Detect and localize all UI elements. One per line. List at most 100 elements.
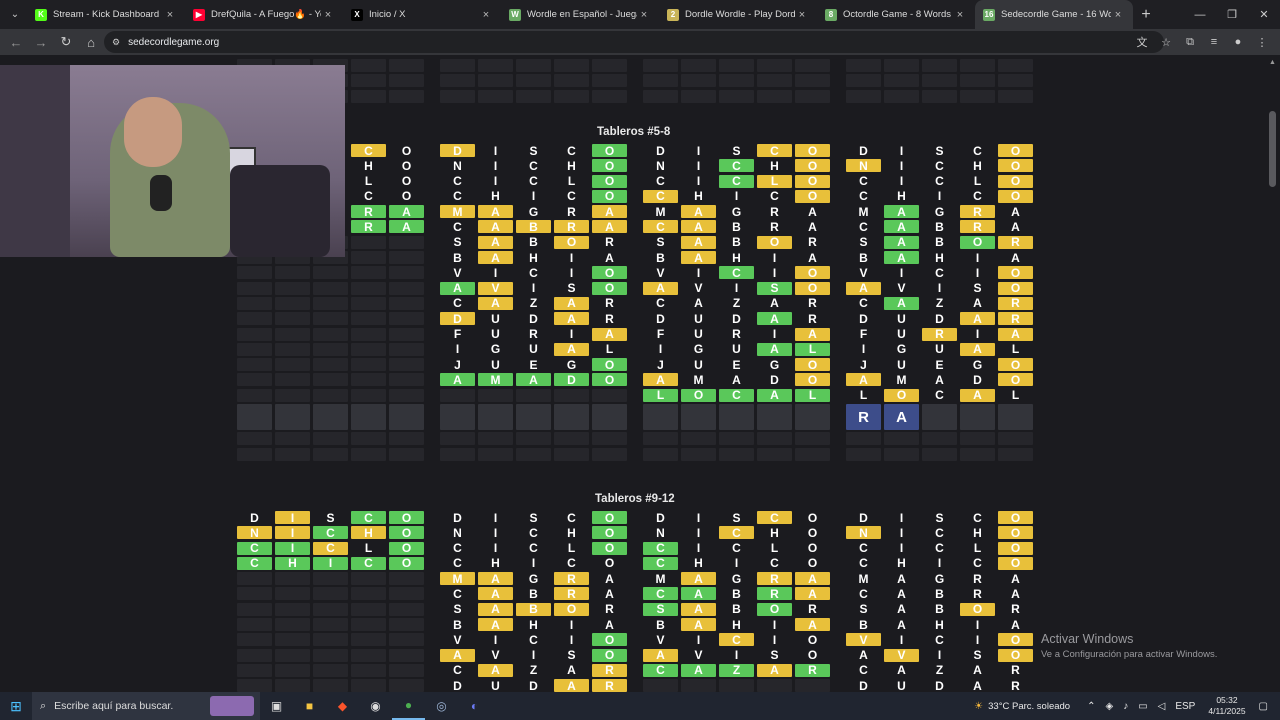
section-title-5-8: Tableros #5-8 — [597, 126, 671, 138]
home-icon[interactable]: ⌂ — [79, 30, 103, 54]
webcam-head — [124, 97, 182, 167]
bookmark-star-icon[interactable]: ☆ — [1154, 30, 1178, 54]
board-tile: A — [795, 587, 830, 601]
board-tile: L — [757, 174, 792, 188]
board-tile — [237, 327, 272, 341]
board-tile: I — [734, 189, 739, 204]
tray-app-icon[interactable]: ◈ — [1105, 701, 1113, 712]
microphone-icon[interactable]: ♪ — [1123, 701, 1128, 712]
board-tile: E — [935, 357, 944, 372]
board-tile — [592, 74, 627, 88]
board-tile: I — [493, 265, 498, 280]
minimize-icon[interactable]: — — [1184, 0, 1216, 29]
board-tile: L — [795, 342, 830, 356]
tab-close-icon[interactable]: × — [479, 9, 493, 21]
board-tile — [478, 404, 513, 431]
board-tile — [351, 373, 386, 387]
scroll-thumb[interactable] — [1269, 111, 1276, 187]
restore-icon[interactable]: ❐ — [1216, 0, 1248, 29]
windows-start-icon[interactable]: ⊞ — [0, 692, 32, 720]
word-board: DISCONICHOCICLOCHICO — [237, 511, 424, 692]
tab-search-icon[interactable]: ⌄ — [3, 5, 27, 25]
scroll-up-icon[interactable]: ▲ — [1269, 59, 1276, 66]
board-tile — [592, 388, 627, 402]
board-tile: A — [516, 373, 551, 387]
browser-tab[interactable]: X Inicio / X × — [343, 0, 501, 29]
network-icon[interactable]: ▭ — [1138, 701, 1147, 712]
board-tile: I — [569, 327, 574, 342]
extensions-icon[interactable]: ⧉ — [1178, 30, 1202, 54]
board-tile: L — [973, 174, 982, 189]
browser-tab[interactable]: 16 Sedecordle Game - 16 Words W× — [975, 0, 1133, 29]
board-tile: O — [592, 526, 627, 540]
board-tile: C — [859, 219, 868, 234]
browser-tab[interactable]: K Stream - Kick Dashboard × — [27, 0, 185, 29]
weather-text[interactable]: 33°C Parc. soleado — [988, 701, 1070, 712]
language-indicator[interactable]: ESP — [1175, 701, 1195, 712]
browser-tab[interactable]: 2 Dordle Wordle - Play Dordle G× — [659, 0, 817, 29]
tab-close-icon[interactable]: × — [1111, 9, 1125, 21]
board-tile: N — [453, 525, 462, 540]
board-tile: J — [657, 357, 664, 372]
tab-close-icon[interactable]: × — [795, 9, 809, 21]
webcam-microphone — [150, 175, 172, 211]
tab-close-icon[interactable]: × — [321, 9, 335, 21]
volume-icon[interactable]: ◁ — [1158, 701, 1166, 712]
board-tile: O — [681, 388, 716, 402]
board-tile: I — [899, 265, 904, 280]
clock[interactable]: 05:32 4/11/2025 — [1208, 695, 1245, 717]
brave-browser-icon[interactable]: ◆ — [326, 692, 359, 720]
board-tile: F — [453, 327, 462, 342]
tab-close-icon[interactable]: × — [637, 9, 651, 21]
word-board-top — [643, 59, 830, 103]
menu-kebab-icon[interactable]: ⋮ — [1250, 30, 1274, 54]
board-tile: C — [567, 510, 576, 525]
tab-close-icon[interactable]: × — [953, 9, 967, 21]
board-tile — [757, 59, 792, 72]
board-tile: I — [899, 143, 904, 158]
discord-icon[interactable]: ◐ — [458, 692, 491, 720]
board-tile: I — [772, 265, 777, 280]
board-tile — [554, 59, 589, 72]
chrome-icon[interactable]: ● — [392, 692, 425, 720]
board-tile: O — [884, 388, 919, 402]
file-explorer-icon[interactable]: ■ — [293, 692, 326, 720]
translate-icon[interactable]: 文 — [1130, 30, 1154, 54]
browser-tab[interactable]: ▶ DrefQuila - A Fuego🔥 - Yo × — [185, 0, 343, 29]
task-view-icon[interactable]: ▣ — [260, 692, 293, 720]
board-tile: A — [478, 602, 513, 616]
board-tile — [313, 312, 348, 326]
board-tile: M — [858, 571, 869, 586]
close-window-icon[interactable]: ✕ — [1248, 0, 1280, 29]
browser-tab[interactable]: 8 Octordle Game - 8 Words Won× — [817, 0, 975, 29]
new-tab-button[interactable]: + — [1133, 6, 1159, 24]
board-tile: O — [592, 633, 627, 647]
obs-icon[interactable]: ◉ — [359, 692, 392, 720]
board-tile — [960, 89, 995, 103]
tab-close-icon[interactable]: × — [163, 9, 177, 21]
board-tile: O — [998, 648, 1033, 662]
profile-avatar[interactable]: ● — [1226, 30, 1250, 54]
back-arrow-icon[interactable]: ← — [4, 30, 28, 54]
board-tile: R — [554, 220, 589, 234]
board-tile: A — [643, 373, 678, 387]
reading-list-icon[interactable]: ≡ — [1202, 30, 1226, 54]
board-tile: O — [604, 556, 615, 571]
board-tile — [389, 342, 424, 356]
reload-icon[interactable]: ↻ — [54, 30, 78, 54]
forward-arrow-icon[interactable]: → — [29, 30, 53, 54]
address-bar[interactable]: ⚙ sedecordlegame.org — [104, 31, 1164, 53]
board-tile — [313, 342, 348, 356]
board-tile: A — [808, 250, 817, 265]
site-info-icon[interactable]: ⚙ — [112, 37, 120, 48]
taskbar-search-box[interactable]: ⌕ Escribe aquí para buscar. — [32, 692, 260, 720]
weather-icon[interactable]: ☀ — [974, 701, 983, 712]
notifications-icon[interactable]: ▢ — [1259, 701, 1268, 712]
board-tile: A — [897, 617, 906, 632]
board-tile: R — [1011, 602, 1020, 617]
browser-tab[interactable]: W Wordle en Español - Juega Wo× — [501, 0, 659, 29]
board-tile: U — [732, 342, 741, 357]
tray-chevron-icon[interactable]: ⌃ — [1087, 701, 1095, 712]
page-scrollbar[interactable]: ▲ — [1266, 55, 1280, 692]
steam-icon[interactable]: ◎ — [425, 692, 458, 720]
